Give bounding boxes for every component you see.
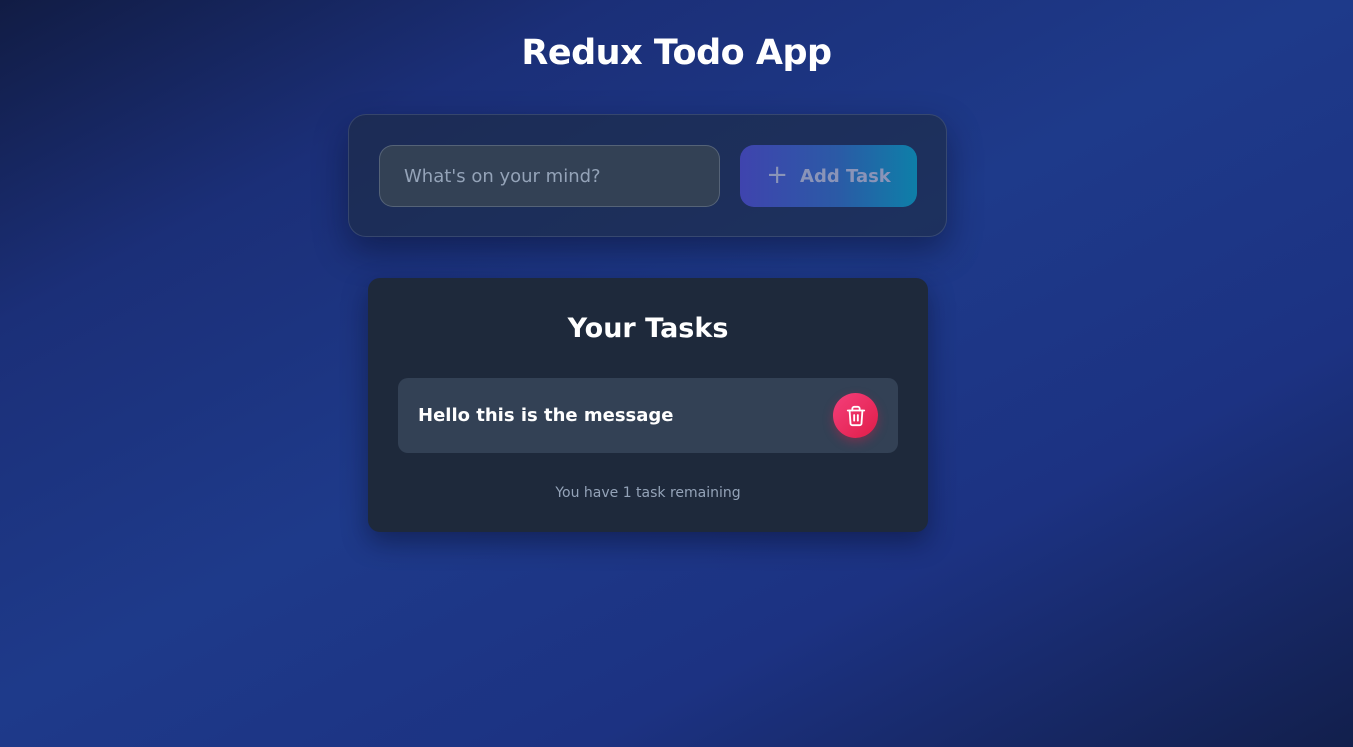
- task-item: Hello this is the message: [398, 378, 898, 453]
- add-task-button[interactable]: + Add Task: [740, 145, 917, 207]
- trash-icon: [846, 405, 865, 426]
- tasks-remaining-count: You have 1 task remaining: [555, 485, 741, 501]
- task-list-title: Your Tasks: [567, 313, 729, 344]
- delete-task-button[interactable]: [833, 393, 878, 438]
- task-list-card: Your Tasks Hello this is the message You…: [368, 278, 928, 532]
- add-task-form: + Add Task: [348, 114, 947, 237]
- task-input[interactable]: [379, 145, 720, 207]
- app-background: { "app": { "title": "Redux Todo App" }, …: [0, 0, 1353, 747]
- app-title: Redux Todo App: [521, 33, 832, 73]
- add-task-button-label: Add Task: [800, 165, 891, 187]
- task-text[interactable]: Hello this is the message: [418, 405, 674, 426]
- plus-icon: +: [766, 159, 789, 190]
